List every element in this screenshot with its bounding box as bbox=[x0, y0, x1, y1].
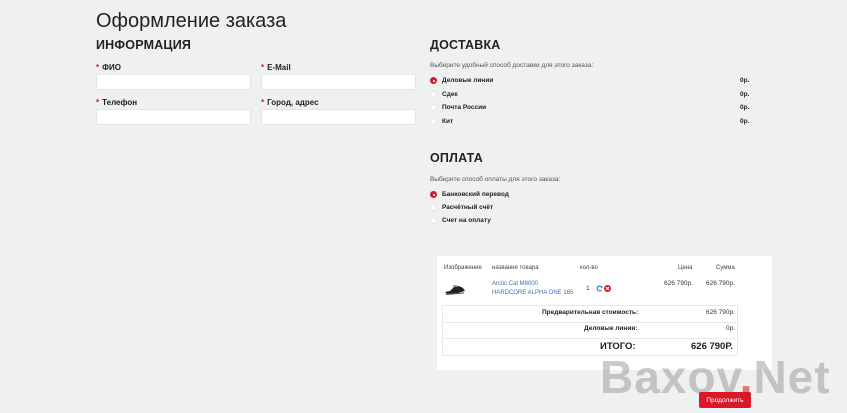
watermark-part2: Net bbox=[753, 351, 831, 403]
product-name-line2[interactable]: HARDCORE ALPHA ONE 165 bbox=[492, 289, 582, 298]
delivery-option-label[interactable]: Почта России bbox=[442, 104, 486, 111]
payment-hint: Выберите способ оплаты для этого заказа: bbox=[430, 176, 561, 183]
name-label: * ФИО bbox=[96, 63, 121, 72]
phone-label: * Телефон bbox=[96, 98, 137, 107]
cart-header-qty: кол-во bbox=[580, 265, 598, 271]
delivery-option-label[interactable]: Деловые линии bbox=[442, 77, 493, 84]
delivery-option-price: 0р. bbox=[740, 118, 750, 125]
required-mark: * bbox=[261, 63, 265, 72]
product-name-link[interactable]: Arctic Cat M8000 HARDCORE ALPHA ONE 165 bbox=[492, 280, 582, 298]
address-label-text: Город, адрес bbox=[267, 98, 319, 107]
product-image[interactable] bbox=[444, 282, 466, 296]
cart-header-sum: Сумма bbox=[716, 265, 735, 271]
cart-header-image: Изображение bbox=[444, 265, 482, 271]
email-label: * E-Mail bbox=[261, 63, 291, 72]
delivery-total-value: 0р. bbox=[726, 325, 736, 332]
delivery-option-price: 0р. bbox=[740, 104, 750, 111]
totals-divider bbox=[443, 322, 737, 323]
phone-field[interactable] bbox=[96, 109, 251, 125]
cart-header-price: Цена bbox=[678, 265, 693, 271]
payment-option-label[interactable]: Расчётный счёт bbox=[442, 204, 493, 211]
required-mark: * bbox=[96, 63, 100, 72]
subtotal-value: 626 790р. bbox=[706, 309, 735, 316]
address-field[interactable] bbox=[261, 109, 416, 125]
payment-radio-account[interactable] bbox=[430, 204, 437, 211]
remove-icon[interactable] bbox=[604, 285, 611, 292]
required-mark: * bbox=[96, 98, 100, 107]
payment-radio-invoice[interactable] bbox=[430, 217, 437, 224]
product-sum: 626 790р. bbox=[706, 280, 735, 287]
delivery-option-price: 0р. bbox=[740, 91, 750, 98]
email-field[interactable] bbox=[261, 74, 416, 90]
delivery-radio-sdek[interactable] bbox=[430, 91, 437, 98]
totals-divider bbox=[443, 338, 737, 339]
delivery-hint: Выберите удобный способ доставки для это… bbox=[430, 62, 594, 69]
page-title: Оформление заказа bbox=[96, 10, 287, 32]
delivery-total-label: Деловые линии: bbox=[584, 325, 638, 332]
payment-heading: ОПЛАТА bbox=[430, 151, 483, 165]
delivery-radio-pochta[interactable] bbox=[430, 104, 437, 111]
payment-radio-bank[interactable] bbox=[430, 191, 437, 198]
delivery-option-price: 0р. bbox=[740, 77, 750, 84]
address-label: * Город, адрес bbox=[261, 98, 319, 107]
delivery-option-label[interactable]: Сдек bbox=[442, 91, 458, 98]
name-field[interactable] bbox=[96, 74, 251, 90]
continue-button[interactable]: Продолжить bbox=[699, 392, 751, 408]
product-price: 626 790р. bbox=[664, 280, 693, 287]
delivery-radio-delovye[interactable] bbox=[430, 77, 437, 84]
delivery-heading: ДОСТАВКА bbox=[430, 38, 501, 52]
payment-option-label[interactable]: Банковский перевод bbox=[442, 191, 509, 198]
phone-label-text: Телефон bbox=[102, 98, 138, 107]
delivery-radio-kit[interactable] bbox=[430, 118, 437, 125]
name-label-text: ФИО bbox=[102, 63, 121, 72]
cart-header-name: название товара bbox=[492, 265, 539, 271]
delivery-option-label[interactable]: Кит bbox=[442, 118, 453, 125]
product-qty[interactable]: 1 bbox=[586, 285, 590, 292]
product-name-line1[interactable]: Arctic Cat M8000 bbox=[492, 280, 582, 289]
subtotal-label: Предварительная стоимость: bbox=[542, 309, 639, 316]
email-label-text: E-Mail bbox=[267, 63, 291, 72]
payment-option-label[interactable]: Счет на оплату bbox=[442, 217, 491, 224]
required-mark: * bbox=[261, 98, 265, 107]
refresh-icon[interactable] bbox=[596, 285, 603, 292]
info-heading: ИНФОРМАЦИЯ bbox=[96, 38, 192, 52]
